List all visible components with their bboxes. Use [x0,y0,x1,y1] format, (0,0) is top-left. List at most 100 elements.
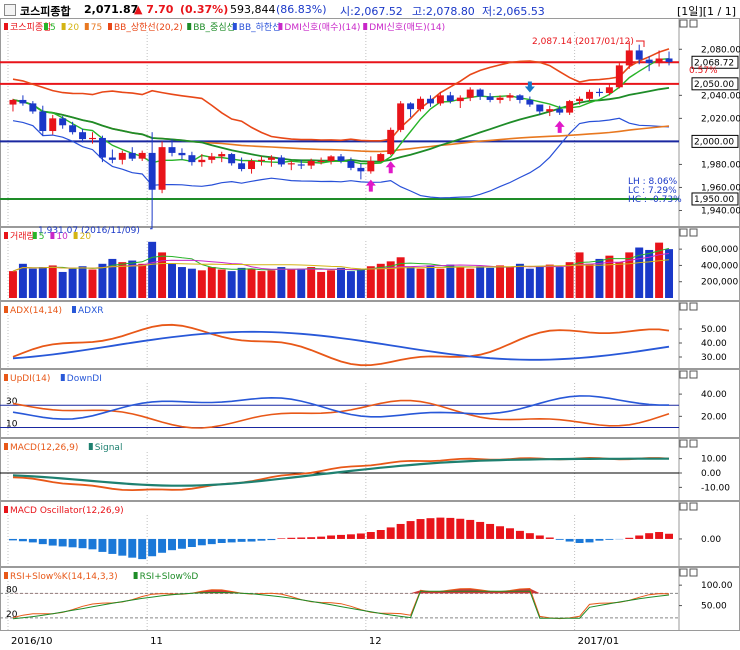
candle-body [297,164,305,166]
oscillator-bar [88,538,97,550]
panel-minimize-icon[interactable] [679,228,688,237]
oscillator-bar [78,538,87,549]
candle-body [118,152,126,160]
legend-item: DownDI [67,374,102,384]
candle-body [158,147,166,190]
panel-minimize-icon[interactable] [679,19,688,28]
legend-item: UpDI(14) [10,374,50,384]
y-tick-label: 50.00 [701,602,727,612]
volume-bar [177,267,186,298]
panel-minimize-icon[interactable] [679,502,688,511]
candle-body [417,98,425,110]
y-tick-label: 200,000 [701,278,738,288]
panel-close-icon[interactable] [689,19,698,28]
volume-bar [366,266,375,298]
panel-close-icon[interactable] [689,302,698,311]
candle-body [387,129,395,155]
oscillator-bar [506,528,514,539]
volume-bar [297,268,306,298]
volume-bar [207,267,216,298]
candle-body [466,89,474,98]
candle-body [595,91,603,94]
volume-bar [237,267,246,298]
legend-swatch [4,374,8,381]
y-tick-label: 30.00 [701,353,727,363]
oscillator-bar [665,533,674,539]
panel-close-icon[interactable] [689,568,698,577]
oscillator-bar [625,537,634,539]
legend-item: DMI신호(매수)(14) [284,22,360,33]
y-tick-label: 40.00 [701,339,727,349]
panel-close-icon[interactable] [689,370,698,379]
panel-close-icon[interactable] [689,228,698,237]
candle-body [456,97,464,102]
chart-menu-icon[interactable] [4,4,16,16]
panel-close-icon[interactable] [689,502,698,511]
panel-minimize-icon[interactable] [679,370,688,379]
panel-minimize-icon[interactable] [679,439,688,448]
volume-bar [585,263,594,298]
period-selector[interactable]: [1일][1 / 1] [677,3,736,18]
oscillator-bar [197,538,206,546]
volume-bar [197,270,206,298]
volume-bar [615,262,624,298]
oscillator-bar [436,517,445,539]
volume-bar [227,271,236,298]
panel-minimize-icon[interactable] [679,568,688,577]
legend-swatch [61,23,66,30]
legend-item: MACD Oscillator(12,26,9) [10,506,124,516]
volume-bar [28,268,37,298]
candle-body [615,65,623,88]
volume-bar [575,252,584,298]
volume-bar [466,268,475,298]
legend-item: 5 [39,232,45,242]
candle-body [476,89,484,97]
index-name: 코스피종합 [20,5,71,18]
y-tick-label: 2,080.00 [701,45,740,55]
candle-body [277,157,285,165]
volume-bar [356,268,365,298]
volume-bar [506,267,514,298]
panel-close-icon[interactable] [689,439,698,448]
y-tick-label: 2,020.00 [701,114,740,124]
oscillator-bar [555,538,564,540]
legend-swatch [4,443,8,450]
candle-body [69,125,77,133]
open-price: 시:2,067.52 [340,5,403,18]
legend-swatch [44,23,48,30]
y-tick-label: 20.00 [701,412,727,422]
legend-item: ADX(14,14) [10,306,62,316]
y-tick-label: -10.00 [701,483,730,493]
candle-body [436,95,444,104]
volume-bar [158,252,167,298]
volume-bar [247,268,256,298]
volume-bar [565,262,574,298]
candle-body [397,103,405,130]
legend-swatch [72,306,76,313]
legend-item: BB_중심선 [193,22,235,33]
oscillator-bar [48,538,57,546]
oscillator-bar [515,530,524,539]
hline-label: 2,000.00 [694,137,734,147]
oscillator-bar [426,518,435,539]
volume-bar [68,268,77,298]
legend-swatch [363,23,368,30]
y-tick-label: 1,960.00 [701,183,740,193]
volume-bar [625,252,634,298]
candle-body [645,59,653,64]
oscillator-bar [168,538,176,551]
volume-bar [416,268,425,298]
candle-body [49,118,57,132]
volume-bar [327,270,336,298]
panel-minimize-icon[interactable] [679,302,688,311]
y-tick-label: 2,040.00 [701,91,740,101]
legend-swatch [278,23,283,30]
oscillator-bar [386,527,395,539]
candle-body [655,58,663,64]
volume-bar [307,267,316,298]
y-tick-label: 600,000 [701,245,738,255]
oscillator-bar [635,535,644,539]
candle-body [59,118,67,126]
candle-body [327,156,335,161]
volume-bar [217,269,226,298]
